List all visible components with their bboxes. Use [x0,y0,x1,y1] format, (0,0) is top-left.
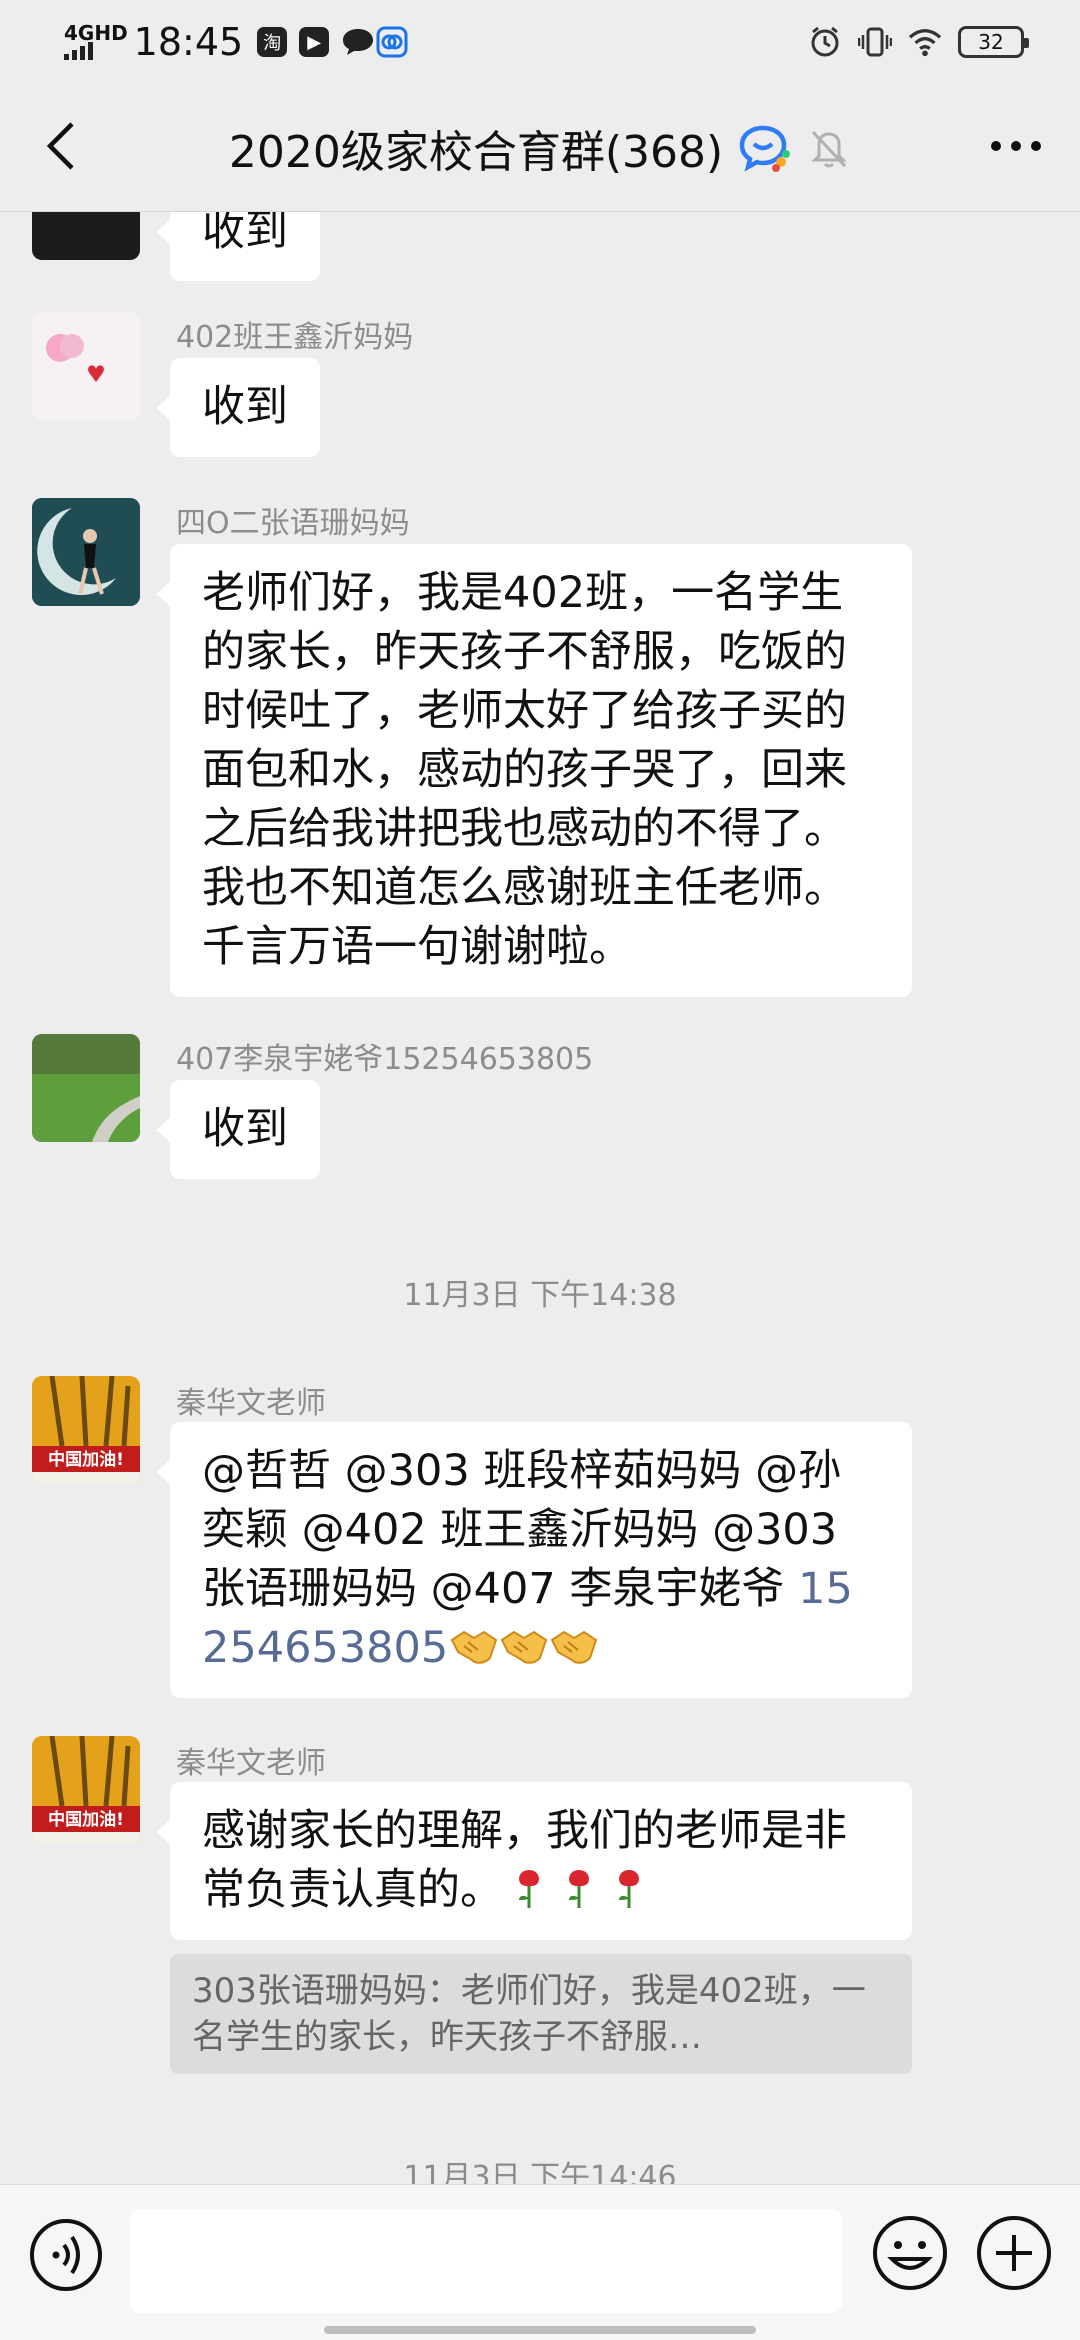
voice-chat-icon[interactable] [737,122,793,174]
network-indicator: 4GHD [64,21,128,60]
avatar-badge: 中国加油! [48,1449,124,1470]
mute-bell-icon [811,130,847,168]
message-input-bar [0,2184,1080,2340]
message-bubble[interactable]: 收到 [156,1080,320,1179]
message-bubble[interactable]: 老师们好，我是402班，一名学生的家长，昨天孩子不舒服，吃饭的时候吐了，老师太好… [156,544,912,997]
video-app-icon: ▶ [299,27,330,57]
avatar[interactable] [32,498,140,606]
timestamp: 11月3日 下午14:46 [403,2160,677,2184]
emoji-button[interactable] [870,2213,950,2293]
more-dots-icon [991,141,1041,151]
chat-message-list[interactable]: 收到 402班王鑫沂妈妈 收到 四O二张语珊妈妈 老师们好，我是402班，一名学… [0,212,1080,2184]
plus-icon [977,2216,1051,2290]
emoji-icon [873,2216,947,2290]
message-bubble[interactable]: 感谢家长的理解，我们的老师是非常负责认真的。 [156,1782,912,1940]
message-input[interactable] [130,2209,842,2313]
message-bubble[interactable]: 收到 [156,358,320,457]
avatar-badge: 中国加油! [48,1809,124,1830]
chat-title[interactable]: 2020级家校合育群(368) [229,116,723,180]
message-bubble[interactable]: 收到 [156,212,320,281]
home-indicator[interactable] [324,2326,756,2334]
message-bubble-icon [341,25,375,59]
vibrate-icon [858,25,892,59]
alarm-icon [808,25,842,59]
avatar[interactable]: 中国加油! [32,1736,140,1844]
timestamp: 11月3日 下午14:38 [403,1278,677,1313]
more-functions-button[interactable] [974,2213,1054,2293]
rose-icon [519,1870,539,1908]
browser-app-icon [375,25,409,59]
sender-name: 四O二张语珊妈妈 [176,506,410,541]
more-button[interactable] [984,114,1048,178]
voice-input-button[interactable] [28,2217,104,2293]
sender-name: 407李泉宇姥爷15254653805 [176,1042,594,1077]
quoted-reply[interactable]: 303张语珊妈妈：老师们好，我是402班，一名学生的家长，昨天孩子不舒服… [170,1954,912,2074]
chat-header: 2020级家校合育群(368) [0,84,1080,212]
message-bubble[interactable]: @哲哲 @303 班段梓茹妈妈 @孙奕颖 @402 班王鑫沂妈妈 @303 张语… [156,1422,912,1698]
status-bar: 4GHD 18:45 淘 ▶ 32 [0,0,1080,84]
wifi-icon [908,25,942,59]
battery-indicator: 32 [958,26,1029,58]
taobao-app-icon: 淘 [257,27,288,57]
handshake-icon [500,1630,548,1664]
sender-name: 秦华文老师 [176,1386,326,1421]
avatar[interactable]: 中国加油! [32,1376,140,1484]
mention-text: @哲哲 @303 班段梓茹妈妈 @孙奕颖 @402 班王鑫沂妈妈 @303 张语… [202,1446,842,1614]
avatar[interactable] [32,312,140,420]
voice-input-icon [30,2219,102,2291]
avatar[interactable] [32,1034,140,1142]
avatar[interactable] [32,212,140,260]
title-group: 2020级家校合育群(368) [0,84,1080,212]
sender-name: 402班王鑫沂妈妈 [176,320,414,355]
rose-icon [569,1870,589,1908]
rose-icon [619,1870,639,1908]
handshake-icon [550,1630,598,1664]
network-type: 4GHD [64,21,128,45]
handshake-icon [450,1630,498,1664]
signal-icon [64,42,93,60]
sender-name: 秦华文老师 [176,1746,326,1781]
status-time: 18:45 [133,20,244,64]
